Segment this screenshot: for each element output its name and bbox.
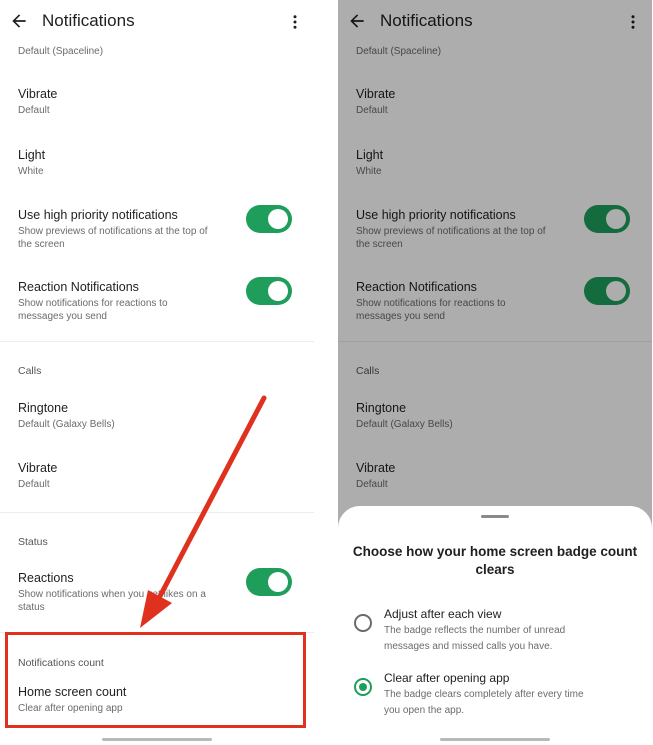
home-screen-count-setting[interactable]: Home screen count Clear after opening ap…: [18, 684, 294, 715]
radio-button-icon[interactable]: [354, 614, 372, 632]
calls-vibrate-setting[interactable]: Vibrate Default: [18, 460, 294, 491]
option-description: The badge reflects the number of unread …: [384, 625, 566, 652]
reaction-notifications-toggle[interactable]: [246, 277, 292, 305]
setting-title: Light: [18, 148, 46, 162]
status-reactions-toggle[interactable]: [246, 568, 292, 596]
gesture-nav-bar[interactable]: [440, 738, 550, 741]
divider: [0, 632, 314, 633]
vibrate-setting[interactable]: Vibrate Default: [18, 86, 294, 117]
setting-subtitle: Show notifications when you get likes on…: [18, 589, 206, 613]
calls-ringtone-setting[interactable]: Ringtone Default (Galaxy Bells): [18, 400, 294, 431]
setting-subtitle: Clear after opening app: [18, 703, 123, 714]
radio-button-icon[interactable]: [354, 678, 372, 696]
page-title: Notifications: [42, 11, 135, 30]
toggle-knob: [268, 209, 288, 229]
option-label: Clear after opening app: [384, 671, 510, 685]
option-label: Adjust after each view: [384, 607, 502, 621]
setting-subtitle: Default (Spaceline): [18, 46, 104, 57]
setting-title: Ringtone: [18, 401, 69, 415]
arrow-back-icon[interactable]: [9, 11, 29, 31]
setting-subtitle: Show notifications for reactions to mess…: [18, 298, 168, 322]
setting-subtitle: Default: [18, 105, 50, 116]
setting-subtitle: Default (Galaxy Bells): [18, 419, 115, 430]
gesture-nav-bar[interactable]: [102, 738, 212, 741]
light-setting[interactable]: Light White: [18, 147, 294, 178]
divider: [0, 341, 314, 342]
high-priority-toggle[interactable]: [246, 205, 292, 233]
calls-section-header: Calls: [18, 365, 42, 377]
option-clear-after-opening-app[interactable]: Clear after opening app The badge clears…: [354, 670, 638, 719]
setting-title: Vibrate: [18, 87, 58, 101]
option-adjust-after-each-view[interactable]: Adjust after each view The badge reflect…: [354, 606, 638, 655]
sheet-title: Choose how your home screen badge count …: [352, 544, 638, 577]
toggle-knob: [268, 572, 288, 592]
settings-screen-with-sheet: Notifications Default (Spaceline) Vibrat…: [338, 0, 652, 745]
notifications-count-section-header: Notifications count: [18, 657, 104, 669]
sheet-drag-handle[interactable]: [481, 515, 509, 518]
more-vert-icon[interactable]: [286, 12, 304, 32]
setting-title: Home screen count: [18, 685, 127, 699]
setting-subtitle: White: [18, 166, 44, 177]
settings-screen: Notifications Default (Spaceline) Vibrat…: [0, 0, 314, 745]
ringtone-setting-partial[interactable]: Default (Spaceline): [18, 43, 294, 58]
setting-title: Vibrate: [18, 461, 58, 475]
app-bar: Notifications: [0, 0, 314, 44]
badge-count-bottom-sheet: Choose how your home screen badge count …: [338, 506, 652, 745]
status-section-header: Status: [18, 536, 48, 548]
setting-subtitle: Show previews of notifications at the to…: [18, 226, 208, 250]
option-description: The badge clears completely after every …: [384, 689, 584, 716]
toggle-knob: [268, 281, 288, 301]
divider: [0, 512, 314, 513]
setting-subtitle: Default: [18, 479, 50, 490]
